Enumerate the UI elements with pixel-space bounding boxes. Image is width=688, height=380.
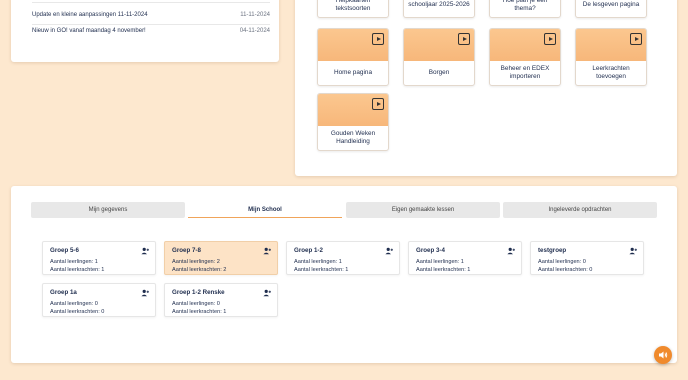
play-square-icon[interactable] (630, 33, 642, 45)
group-name: Groep 1a (50, 289, 77, 296)
tile-lesgeven[interactable]: De lesgeven pagina (575, 0, 647, 18)
group-name: Groep 1-2 (294, 247, 323, 254)
tile-label: schooljaar 2025-2026 (408, 1, 470, 8)
tile-label: De lesgeven pagina (582, 1, 640, 8)
volume-icon (659, 351, 668, 359)
play-square-icon[interactable] (372, 33, 384, 45)
tile-label: Hoe plan je een thema? (502, 0, 548, 12)
school-panel: Mijn gegevens Mijn School Eigen gemaakte… (11, 186, 677, 363)
group-students: Aantal leerlingen: 0 (50, 301, 98, 307)
group-name: Groep 7-8 (172, 247, 201, 254)
group-card[interactable]: Groep 7-8 Aantal leerlingen: 2 Aantal le… (164, 241, 278, 275)
tile-label: Beheer en EDEX importeren (500, 65, 550, 80)
news-divider (32, 2, 270, 3)
group-name: Groep 1-2 Renske (172, 289, 225, 296)
group-students: Aantal leerlingen: 1 (416, 259, 464, 265)
news-date: 04-11-2024 (239, 28, 270, 34)
news-item[interactable]: Nieuw in GO! vanaf maandag 4 november! 0… (32, 24, 270, 38)
group-card[interactable]: Groep 1-2 Aantal leerlingen: 1 Aantal le… (286, 241, 400, 275)
tiles-panel: Helpkaarten tekstsoorten schooljaar 2025… (295, 0, 677, 176)
tile-label: Home pagina (333, 69, 372, 76)
news-title[interactable]: Update en kleine aanpassingen 11-11-2024 (32, 12, 148, 18)
tile-thumbnail (576, 29, 646, 61)
user-add-icon[interactable] (263, 289, 271, 297)
tile-helpkaarten[interactable]: Helpkaarten tekstsoorten (317, 0, 389, 18)
news-item[interactable]: Update en kleine aanpassingen 11-11-2024… (32, 8, 270, 22)
tile-label: Borgen (428, 69, 450, 76)
group-teachers: Aantal leerkrachten: 1 (50, 267, 105, 273)
play-square-icon[interactable] (544, 33, 556, 45)
group-teachers: Aantal leerkrachten: 0 (538, 267, 593, 273)
tile-borgen[interactable]: Borgen (403, 28, 475, 86)
group-card[interactable]: Groep 3-4 Aantal leerlingen: 1 Aantal le… (408, 241, 522, 275)
group-card[interactable]: Groep 5-6 Aantal leerlingen: 1 Aantal le… (42, 241, 156, 275)
user-add-icon[interactable] (385, 247, 393, 255)
group-teachers: Aantal leerkrachten: 1 (172, 309, 227, 315)
news-date: 11-11-2024 (240, 12, 270, 18)
group-teachers: Aantal leerkrachten: 0 (50, 309, 105, 315)
group-name: Groep 5-6 (50, 247, 79, 254)
tile-gouden-weken[interactable]: Gouden Weken Handleiding (317, 93, 389, 151)
group-card[interactable]: Groep 1-2 Renske Aantal leerlingen: 0 Aa… (164, 283, 278, 317)
user-add-icon[interactable] (141, 289, 149, 297)
tile-home-pagina[interactable]: Home pagina (317, 28, 389, 86)
tile-thumbnail (404, 29, 474, 61)
tab-ingeleverde-opdrachten[interactable]: Ingeleverde opdrachten (503, 202, 657, 218)
group-card[interactable]: testgroep Aantal leerlingen: 0 Aantal le… (530, 241, 644, 275)
news-panel: Update en kleine aanpassingen 11-11-2024… (11, 0, 279, 62)
group-name: testgroep (538, 247, 567, 254)
user-add-icon[interactable] (141, 247, 149, 255)
group-students: Aantal leerlingen: 1 (294, 259, 342, 265)
news-title[interactable]: Nieuw in GO! vanaf maandag 4 november! (32, 28, 146, 34)
group-students: Aantal leerlingen: 0 (172, 301, 220, 307)
play-square-icon[interactable] (372, 98, 384, 110)
tab-eigen-lessen[interactable]: Eigen gemaakte lessen (346, 202, 500, 218)
group-teachers: Aantal leerkrachten: 2 (172, 267, 227, 273)
group-card[interactable]: Groep 1a Aantal leerlingen: 0 Aantal lee… (42, 283, 156, 317)
user-add-icon[interactable] (629, 247, 637, 255)
tile-schooljaar[interactable]: schooljaar 2025-2026 (403, 0, 475, 18)
group-students: Aantal leerlingen: 0 (538, 259, 586, 265)
tile-plan-thema[interactable]: Hoe plan je een thema? (489, 0, 561, 18)
tile-label: Gouden Weken Handleiding (330, 130, 376, 145)
group-students: Aantal leerlingen: 1 (50, 259, 98, 265)
group-students: Aantal leerlingen: 2 (172, 259, 220, 265)
tile-leerkrachten[interactable]: Leerkrachten toevoegen (575, 28, 647, 86)
group-name: Groep 3-4 (416, 247, 445, 254)
tile-label: Leerkrachten toevoegen (592, 65, 630, 80)
tile-beheer-edex[interactable]: Beheer en EDEX importeren (489, 28, 561, 86)
audio-button[interactable] (654, 346, 672, 364)
tile-label: Helpkaarten tekstsoorten (335, 0, 371, 12)
tab-mijn-school[interactable]: Mijn School (188, 202, 342, 218)
group-teachers: Aantal leerkrachten: 1 (294, 267, 349, 273)
play-square-icon[interactable] (458, 33, 470, 45)
user-add-icon[interactable] (507, 247, 515, 255)
group-teachers: Aantal leerkrachten: 1 (416, 267, 471, 273)
tile-thumbnail (318, 94, 388, 126)
tile-thumbnail (490, 29, 560, 61)
user-add-icon[interactable] (263, 247, 271, 255)
tab-mijn-gegevens[interactable]: Mijn gegevens (31, 202, 185, 218)
tile-thumbnail (318, 29, 388, 61)
